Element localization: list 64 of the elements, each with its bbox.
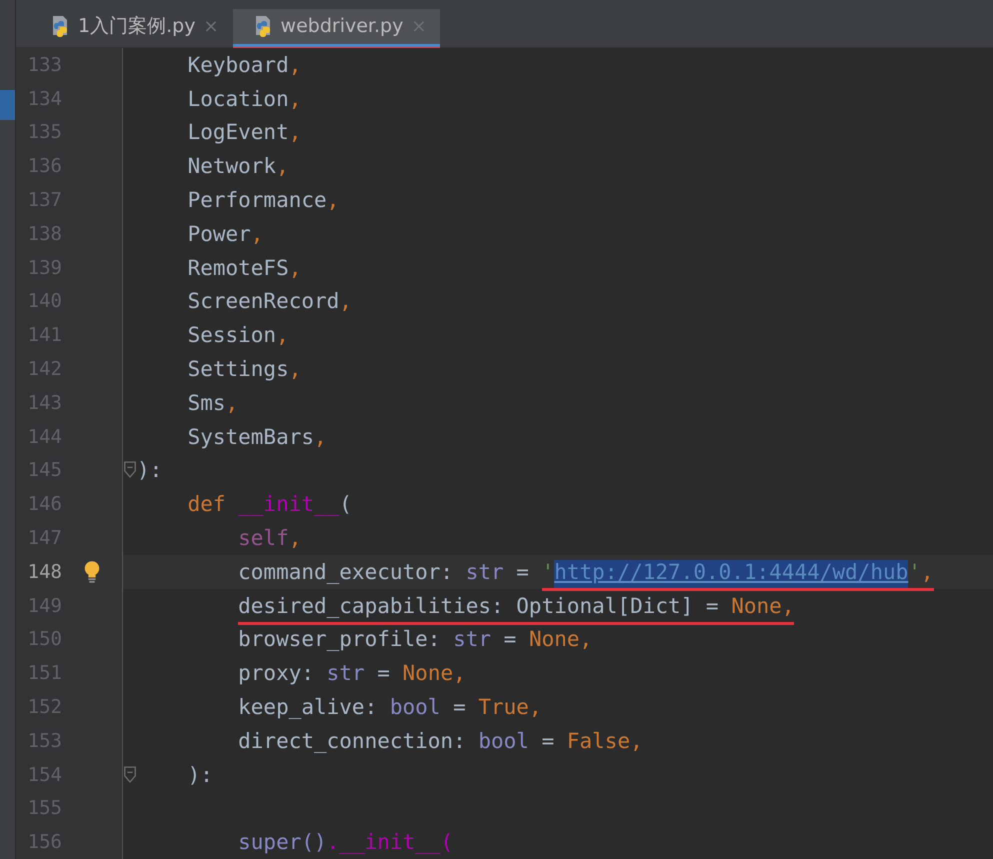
code-text: ): — [188, 762, 213, 786]
code-text: keep_alive: — [238, 694, 378, 719]
close-icon[interactable]: × — [411, 16, 426, 37]
code-text: direct_connection: — [238, 728, 467, 753]
code-punctuation: , — [920, 560, 934, 591]
code-type: super() — [238, 830, 327, 854]
code-punctuation: , — [250, 222, 264, 246]
code-text: Session — [188, 323, 276, 348]
code-text: ScreenRecord — [188, 289, 340, 314]
code-text: proxy: — [238, 661, 315, 686]
code-function-name: __init__ — [238, 492, 340, 516]
editor-tab[interactable]: webdriver.py × — [232, 8, 440, 47]
code-text: Keyboard — [188, 52, 289, 77]
code-text: Performance — [188, 188, 327, 212]
code-punctuation: , — [326, 188, 340, 212]
code-text: = — [502, 627, 518, 652]
code-constant: None, — [402, 661, 466, 686]
code-keyword: self — [238, 526, 289, 550]
code-text: desired_capabilities: Optional[Dict] = — [238, 594, 732, 625]
code-type: str — [453, 627, 492, 652]
code-punctuation: , — [288, 52, 302, 77]
code-text: Settings — [188, 356, 289, 381]
code-punctuation: , — [288, 86, 302, 111]
code-function-name: .__init__( — [326, 830, 454, 854]
close-icon[interactable]: × — [203, 16, 219, 37]
code-punctuation: , — [314, 424, 327, 449]
code-punctuation: , — [288, 120, 302, 144]
code-text: = — [452, 694, 467, 719]
code-text: Network — [188, 154, 276, 178]
code-text: command_executor: — [238, 560, 454, 584]
code-text: SystemBars — [188, 424, 314, 449]
code-punctuation: , — [276, 323, 289, 348]
code-constant: False, — [566, 728, 643, 753]
code-text: Location — [188, 86, 289, 111]
code-text: Power — [188, 222, 251, 246]
code-text: Sms — [188, 390, 226, 415]
code-type: bool — [478, 728, 529, 753]
line-number: 148 — [26, 560, 62, 583]
code-type: str — [466, 560, 504, 584]
code-punctuation: , — [288, 356, 302, 381]
code-text: = — [540, 728, 556, 753]
code-punctuation: , — [276, 154, 289, 178]
code-text: ( — [339, 492, 352, 516]
code-text: LogEvent — [188, 120, 289, 144]
code-punctuation: , — [339, 289, 352, 314]
code-text: RemoteFS — [188, 256, 289, 280]
code-text: = — [376, 661, 391, 686]
code-text: = — [515, 560, 530, 584]
code-punctuation: , — [226, 390, 238, 415]
code-punctuation: , — [288, 526, 302, 550]
code-constant: None, — [731, 594, 794, 625]
code-text: ): — [137, 458, 162, 482]
code-constant: None, — [528, 627, 592, 652]
code-punctuation: , — [288, 256, 302, 280]
python-file-icon — [50, 15, 70, 38]
editor-tab[interactable]: 1入门案例.py × — [30, 8, 233, 47]
url-link[interactable]: http://127.0.0.1:4444/wd/hub — [554, 560, 908, 591]
project-tool-button[interactable] — [0, 90, 15, 120]
code-type: bool — [390, 694, 440, 719]
code-keyword: def — [188, 492, 226, 516]
code-constant: True, — [478, 694, 542, 719]
code-string: ' — [908, 560, 921, 591]
code-type: str — [326, 661, 365, 686]
code-text: browser_profile: — [238, 627, 442, 652]
